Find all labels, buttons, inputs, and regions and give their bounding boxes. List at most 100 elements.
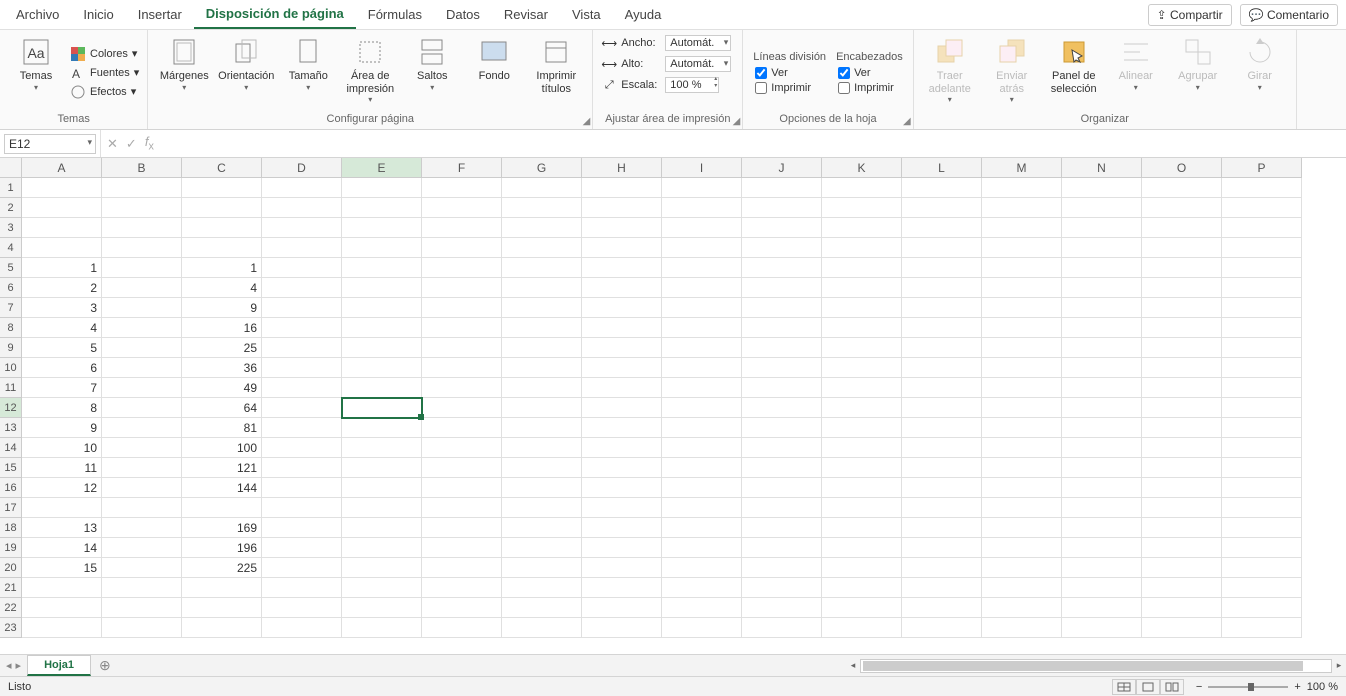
cell[interactable] bbox=[822, 418, 902, 438]
cell[interactable] bbox=[1142, 198, 1222, 218]
cell[interactable] bbox=[822, 298, 902, 318]
cell[interactable] bbox=[1062, 378, 1142, 398]
cell[interactable] bbox=[1222, 498, 1302, 518]
cell[interactable] bbox=[262, 198, 342, 218]
cell[interactable] bbox=[742, 498, 822, 518]
cell[interactable]: 25 bbox=[182, 338, 262, 358]
column-header[interactable]: B bbox=[102, 158, 182, 178]
cell[interactable] bbox=[342, 238, 422, 258]
align-button[interactable]: Alinear▾ bbox=[1106, 34, 1166, 111]
cell[interactable] bbox=[1142, 318, 1222, 338]
accept-formula-icon[interactable]: ✓ bbox=[126, 136, 137, 152]
sheet-tab-active[interactable]: Hoja1 bbox=[27, 655, 91, 676]
cell[interactable] bbox=[502, 498, 582, 518]
cell[interactable] bbox=[102, 598, 182, 618]
cell[interactable] bbox=[742, 178, 822, 198]
cell[interactable] bbox=[1142, 458, 1222, 478]
column-header[interactable]: D bbox=[262, 158, 342, 178]
cell[interactable] bbox=[262, 498, 342, 518]
row-header[interactable]: 5 bbox=[0, 258, 22, 278]
row-header[interactable]: 13 bbox=[0, 418, 22, 438]
formula-input[interactable] bbox=[160, 133, 1346, 155]
row-header[interactable]: 3 bbox=[0, 218, 22, 238]
scale-launcher[interactable]: ◢ bbox=[733, 116, 741, 127]
cell[interactable] bbox=[502, 318, 582, 338]
cell[interactable] bbox=[662, 178, 742, 198]
cell[interactable] bbox=[1222, 418, 1302, 438]
cell[interactable] bbox=[822, 558, 902, 578]
menu-disposición-de-página[interactable]: Disposición de página bbox=[194, 0, 356, 29]
cell[interactable] bbox=[342, 518, 422, 538]
cell[interactable]: 1 bbox=[182, 258, 262, 278]
cell[interactable] bbox=[902, 338, 982, 358]
cell[interactable] bbox=[982, 178, 1062, 198]
cell[interactable] bbox=[422, 338, 502, 358]
cell[interactable] bbox=[582, 178, 662, 198]
cell[interactable] bbox=[342, 298, 422, 318]
cell[interactable] bbox=[1142, 478, 1222, 498]
row-header[interactable]: 1 bbox=[0, 178, 22, 198]
cell[interactable] bbox=[582, 458, 662, 478]
cell[interactable] bbox=[262, 398, 342, 418]
cell[interactable] bbox=[422, 578, 502, 598]
cell[interactable] bbox=[1062, 338, 1142, 358]
cell[interactable]: 15 bbox=[22, 558, 102, 578]
cell[interactable] bbox=[262, 518, 342, 538]
cell[interactable]: 16 bbox=[182, 318, 262, 338]
row-header[interactable]: 21 bbox=[0, 578, 22, 598]
row-header[interactable]: 6 bbox=[0, 278, 22, 298]
cell[interactable] bbox=[662, 398, 742, 418]
cell[interactable] bbox=[102, 278, 182, 298]
cell[interactable] bbox=[982, 618, 1062, 638]
cell[interactable] bbox=[502, 598, 582, 618]
cell[interactable] bbox=[422, 518, 502, 538]
cell[interactable] bbox=[502, 398, 582, 418]
cell[interactable] bbox=[1142, 218, 1222, 238]
zoom-level[interactable]: 100 % bbox=[1307, 681, 1338, 693]
cell[interactable] bbox=[582, 198, 662, 218]
cell[interactable] bbox=[502, 338, 582, 358]
cell[interactable] bbox=[1142, 278, 1222, 298]
cell[interactable] bbox=[982, 538, 1062, 558]
headings-view-checkbox[interactable]: Ver bbox=[836, 66, 903, 80]
cell[interactable] bbox=[662, 338, 742, 358]
row-header[interactable]: 16 bbox=[0, 478, 22, 498]
cell[interactable] bbox=[982, 518, 1062, 538]
cell[interactable] bbox=[22, 598, 102, 618]
cell[interactable] bbox=[902, 558, 982, 578]
cell[interactable] bbox=[262, 578, 342, 598]
rotate-button[interactable]: Girar▾ bbox=[1230, 34, 1290, 111]
cell[interactable] bbox=[582, 438, 662, 458]
cell[interactable] bbox=[422, 598, 502, 618]
cell[interactable] bbox=[422, 458, 502, 478]
send-backward-button[interactable]: Enviar atrás▾ bbox=[982, 34, 1042, 111]
cell[interactable] bbox=[102, 338, 182, 358]
cell[interactable] bbox=[822, 618, 902, 638]
cell[interactable] bbox=[342, 498, 422, 518]
cell[interactable] bbox=[902, 458, 982, 478]
cell[interactable] bbox=[822, 398, 902, 418]
cell[interactable] bbox=[742, 578, 822, 598]
menu-fórmulas[interactable]: Fórmulas bbox=[356, 1, 434, 28]
cell[interactable] bbox=[582, 578, 662, 598]
share-button[interactable]: ⇪ Compartir bbox=[1148, 4, 1232, 26]
cell[interactable] bbox=[502, 578, 582, 598]
cell[interactable] bbox=[982, 398, 1062, 418]
row-header[interactable]: 11 bbox=[0, 378, 22, 398]
cell[interactable] bbox=[1062, 258, 1142, 278]
cell[interactable]: 100 bbox=[182, 438, 262, 458]
row-header[interactable]: 2 bbox=[0, 198, 22, 218]
cell[interactable] bbox=[502, 198, 582, 218]
cell[interactable] bbox=[902, 358, 982, 378]
cell[interactable] bbox=[262, 458, 342, 478]
sheet-nav[interactable]: ◂▸ bbox=[0, 659, 27, 672]
cell[interactable]: 5 bbox=[22, 338, 102, 358]
row-header[interactable]: 14 bbox=[0, 438, 22, 458]
cell[interactable] bbox=[1062, 538, 1142, 558]
cell[interactable] bbox=[982, 358, 1062, 378]
row-header[interactable]: 7 bbox=[0, 298, 22, 318]
cell[interactable] bbox=[742, 438, 822, 458]
cell[interactable] bbox=[102, 238, 182, 258]
cell[interactable] bbox=[1222, 478, 1302, 498]
cell[interactable]: 13 bbox=[22, 518, 102, 538]
